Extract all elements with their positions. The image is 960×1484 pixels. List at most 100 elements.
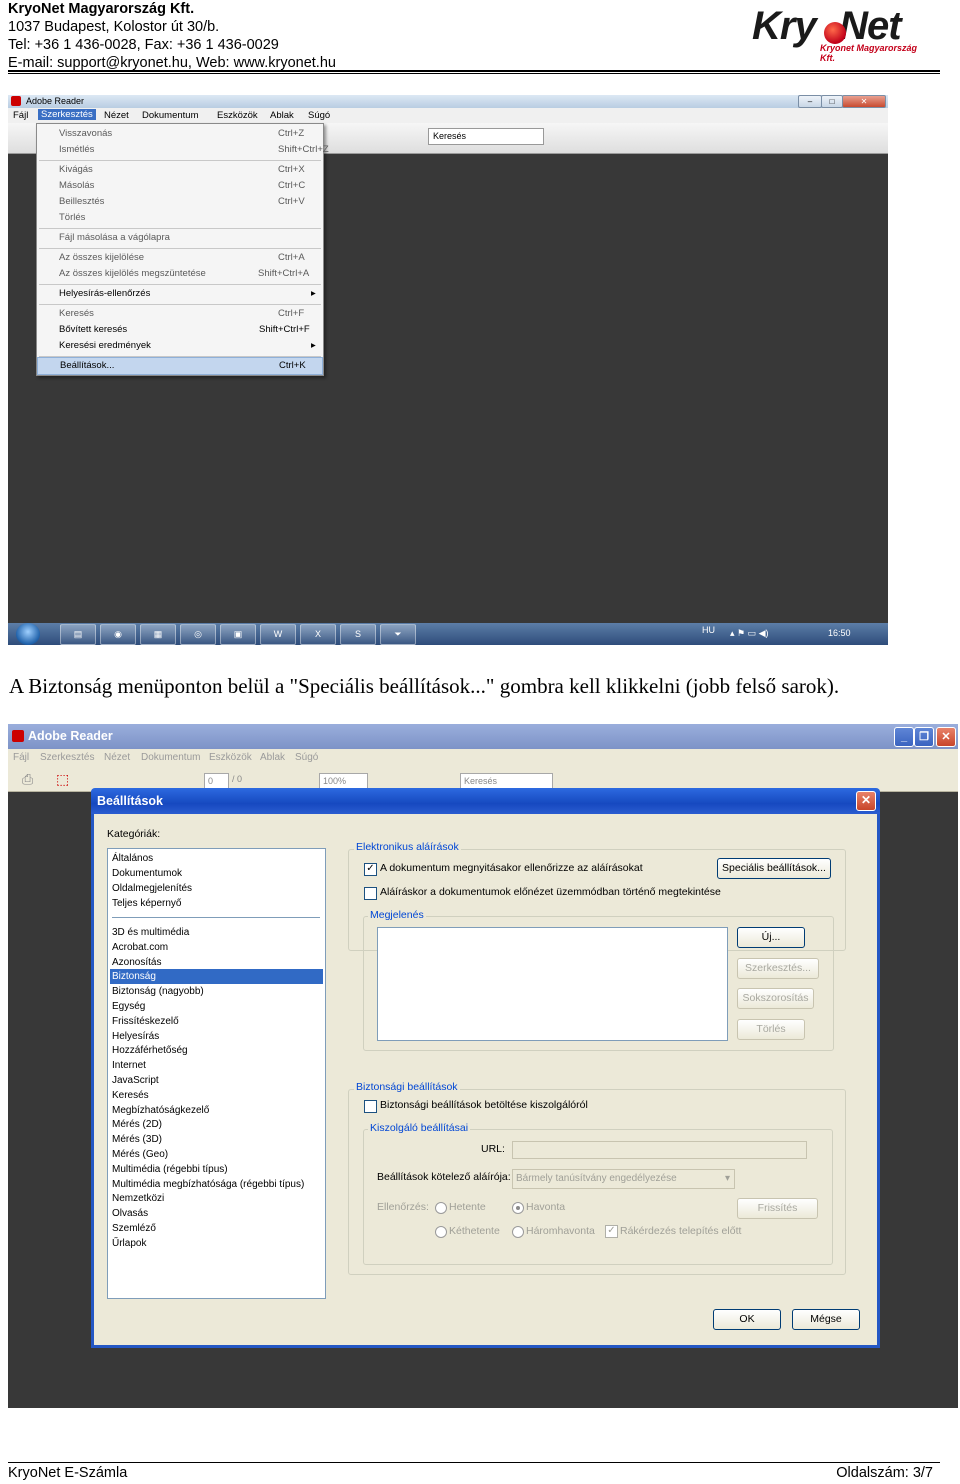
taskbar-ie-icon[interactable]: ◎ bbox=[180, 624, 216, 645]
quarterly-radio[interactable] bbox=[512, 1226, 524, 1238]
category-item[interactable]: Általános bbox=[110, 851, 323, 866]
category-item[interactable]: Biztonság (nagyobb) bbox=[110, 984, 323, 999]
category-item[interactable]: Dokumentumok bbox=[110, 866, 323, 881]
biweekly-radio[interactable] bbox=[435, 1226, 447, 1238]
menu-file[interactable]: Fájl bbox=[13, 752, 29, 763]
category-item[interactable]: Multimédia megbízhatósága (régebbi típus… bbox=[110, 1177, 323, 1192]
categories-list[interactable]: Általános Dokumentumok Oldalmegjelenítés… bbox=[107, 848, 326, 1299]
menu-tools[interactable]: Eszközök bbox=[209, 752, 252, 763]
search-box[interactable]: Keresés bbox=[460, 773, 553, 789]
taskbar-app-icon[interactable]: ▦ bbox=[140, 624, 176, 645]
menu-item-undo[interactable]: Visszavonás Ctrl+Z bbox=[37, 126, 323, 142]
delete-button[interactable]: Törlés bbox=[737, 1019, 805, 1040]
ask-before-install-checkbox[interactable]: ✓ bbox=[605, 1225, 618, 1238]
menu-item-find[interactable]: Keresés Ctrl+F bbox=[37, 306, 323, 322]
duplicate-button[interactable]: Sokszorosítás bbox=[737, 988, 814, 1009]
category-item[interactable]: Mérés (2D) bbox=[110, 1117, 323, 1132]
category-item[interactable]: Egység bbox=[110, 999, 323, 1014]
minimize-button[interactable]: – bbox=[798, 95, 822, 108]
zoom-input[interactable]: 100% bbox=[319, 773, 368, 789]
category-item[interactable]: Olvasás bbox=[110, 1206, 323, 1221]
category-item[interactable]: 3D és multimédia bbox=[110, 925, 323, 940]
close-button[interactable]: ✕ bbox=[936, 727, 956, 747]
preview-mode-checkbox[interactable] bbox=[364, 887, 377, 900]
category-item[interactable]: Nemzetközi bbox=[110, 1191, 323, 1206]
category-item[interactable]: Mérés (Geo) bbox=[110, 1147, 323, 1162]
maximize-button[interactable]: □ bbox=[821, 95, 843, 108]
category-item[interactable]: Oldalmegjelenítés bbox=[110, 881, 323, 896]
ok-button[interactable]: OK bbox=[713, 1309, 781, 1330]
page-number-input[interactable]: 0 bbox=[204, 773, 229, 789]
menu-tools[interactable]: Eszközök bbox=[217, 110, 258, 121]
category-item[interactable]: Űrlapok bbox=[110, 1236, 323, 1251]
monthly-radio[interactable] bbox=[512, 1202, 524, 1214]
menu-item-paste[interactable]: Beillesztés Ctrl+V bbox=[37, 194, 323, 210]
minimize-button[interactable]: _ bbox=[894, 727, 914, 747]
category-item[interactable]: Internet bbox=[110, 1058, 323, 1073]
menu-edit[interactable]: Szerkesztés bbox=[40, 752, 94, 763]
menu-item-search-results[interactable]: Keresési eredmények ▸ bbox=[37, 338, 323, 354]
dialog-close-button[interactable]: ✕ bbox=[856, 791, 876, 811]
taskbar-explorer-icon[interactable]: ▤ bbox=[60, 624, 96, 645]
tray-clock[interactable]: 16:50 bbox=[828, 628, 851, 638]
menu-item-delete[interactable]: Törlés bbox=[37, 210, 323, 226]
menu-window[interactable]: Ablak bbox=[270, 110, 294, 121]
category-item[interactable]: Szemléző bbox=[110, 1221, 323, 1236]
category-item[interactable]: JavaScript bbox=[110, 1073, 323, 1088]
start-button[interactable] bbox=[16, 623, 40, 645]
maximize-button[interactable]: ❐ bbox=[914, 727, 934, 747]
menu-edit[interactable]: Szerkesztés bbox=[38, 109, 96, 120]
menu-item-redo[interactable]: Ismétlés Shift+Ctrl+Z bbox=[37, 142, 329, 158]
close-button[interactable]: ✕ bbox=[842, 95, 886, 108]
menu-window[interactable]: Ablak bbox=[260, 752, 285, 763]
category-item[interactable]: Acrobat.com bbox=[110, 940, 323, 955]
category-item[interactable]: Megbízhatóságkezelő bbox=[110, 1103, 323, 1118]
new-button[interactable]: Új... bbox=[737, 927, 805, 948]
category-item[interactable]: Azonosítás bbox=[110, 955, 323, 970]
menu-help[interactable]: Súgó bbox=[308, 110, 330, 121]
advanced-settings-button[interactable]: Speciális beállítások... bbox=[717, 858, 831, 879]
signer-select[interactable]: Bármely tanúsítvány engedélyezése ▾ bbox=[512, 1169, 735, 1189]
url-input[interactable] bbox=[512, 1141, 807, 1159]
category-item[interactable]: Multimédia (régebbi típus) bbox=[110, 1162, 323, 1177]
appearance-list[interactable] bbox=[377, 927, 728, 1041]
load-from-server-checkbox[interactable] bbox=[364, 1100, 377, 1113]
weekly-radio[interactable] bbox=[435, 1202, 447, 1214]
menu-item-advanced-search[interactable]: Bővített keresés Shift+Ctrl+F bbox=[37, 322, 323, 338]
menu-file[interactable]: Fájl bbox=[13, 110, 28, 121]
menu-help[interactable]: Súgó bbox=[295, 752, 318, 763]
taskbar-excel-icon[interactable]: X bbox=[300, 624, 336, 645]
tray-arrow-icon[interactable]: ▴ ⚑ ▭ ◀) bbox=[730, 628, 769, 639]
taskbar-adobe-icon[interactable]: ⏷ bbox=[380, 624, 416, 645]
menu-item-cut[interactable]: Kivágás Ctrl+X bbox=[37, 162, 323, 178]
menu-item-spellcheck[interactable]: Helyesírás-ellenőrzés ▸ bbox=[37, 286, 323, 302]
menu-item-copy[interactable]: Másolás Ctrl+C bbox=[37, 178, 323, 194]
menu-item-deselect-all[interactable]: Az összes kijelölés megszüntetése Shift+C… bbox=[37, 266, 323, 282]
category-item[interactable]: Biztonság bbox=[110, 969, 323, 985]
category-item[interactable]: Hozzáférhetőség bbox=[110, 1043, 323, 1058]
tray-language[interactable]: HU bbox=[702, 625, 715, 635]
share-icon[interactable]: ⬚ bbox=[56, 771, 69, 788]
cancel-button[interactable]: Mégse bbox=[792, 1309, 860, 1330]
menu-item-copy-file[interactable]: Fájl másolása a vágólapra bbox=[37, 230, 323, 246]
print-icon[interactable]: ⎙ bbox=[22, 771, 33, 788]
menu-item-select-all[interactable]: Az összes kijelölése Ctrl+A bbox=[37, 250, 323, 266]
edit-button[interactable]: Szerkesztés... bbox=[737, 958, 819, 979]
taskbar-firefox-icon[interactable]: ◉ bbox=[100, 624, 136, 645]
menu-document[interactable]: Dokumentum bbox=[141, 752, 200, 763]
category-item[interactable]: Keresés bbox=[110, 1088, 323, 1103]
search-box[interactable]: Keresés bbox=[428, 128, 544, 145]
category-item[interactable]: Teljes képernyő bbox=[110, 896, 323, 911]
menu-document[interactable]: Dokumentum bbox=[142, 110, 199, 121]
menu-view[interactable]: Nézet bbox=[104, 110, 129, 121]
taskbar-save-icon[interactable]: ▣ bbox=[220, 624, 256, 645]
taskbar-skype-icon[interactable]: S bbox=[340, 624, 376, 645]
category-item[interactable]: Frissítéskezelő bbox=[110, 1014, 323, 1029]
category-item[interactable]: Mérés (3D) bbox=[110, 1132, 323, 1147]
verify-signatures-checkbox[interactable]: ✓ bbox=[364, 863, 377, 876]
refresh-button[interactable]: Frissítés bbox=[737, 1198, 818, 1219]
taskbar-word-icon[interactable]: W bbox=[260, 624, 296, 645]
menu-view[interactable]: Nézet bbox=[104, 752, 130, 763]
category-item[interactable]: Helyesírás bbox=[110, 1029, 323, 1044]
menu-item-preferences[interactable]: Beállítások... Ctrl+K bbox=[37, 357, 323, 375]
